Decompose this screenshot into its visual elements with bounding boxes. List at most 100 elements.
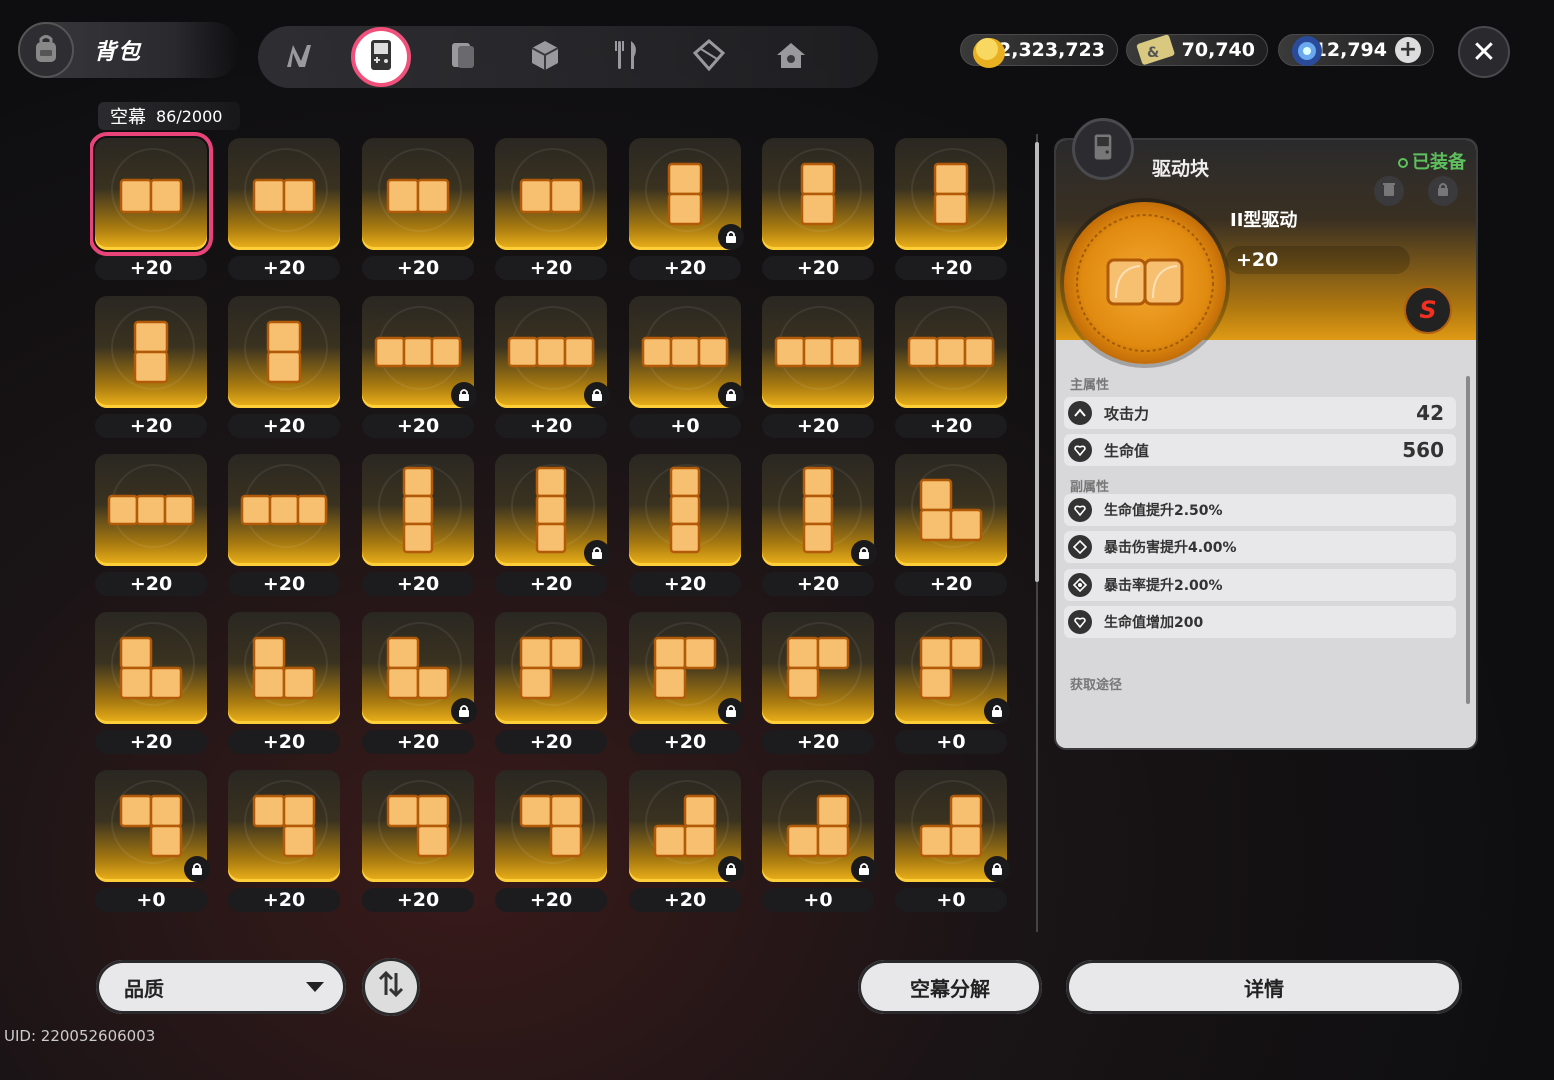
inventory-item[interactable]: +20: [890, 290, 1010, 440]
inventory-item[interactable]: +20: [757, 290, 877, 440]
item-card[interactable]: [228, 612, 340, 724]
tab-cube[interactable]: [504, 26, 586, 88]
drive-block-icon: [519, 178, 583, 214]
item-card[interactable]: [895, 296, 1007, 408]
inventory-item[interactable]: +20: [357, 290, 477, 440]
inventory-item[interactable]: +20: [223, 606, 343, 756]
drive-block-icon: [240, 494, 328, 526]
inventory-item[interactable]: +20: [223, 448, 343, 598]
item-level: +20: [95, 256, 207, 280]
inventory-item[interactable]: +20: [490, 764, 610, 914]
add-gem-button[interactable]: +: [1395, 37, 1421, 63]
close-button[interactable]: ✕: [1458, 26, 1510, 78]
inventory-item[interactable]: +20: [890, 448, 1010, 598]
item-card[interactable]: [228, 296, 340, 408]
item-level: +20: [495, 730, 607, 754]
inventory-item[interactable]: +20: [490, 290, 610, 440]
quality-filter-dropdown[interactable]: 品质: [96, 960, 346, 1014]
inventory-item[interactable]: +20: [90, 448, 210, 598]
blue-gem-icon: [1285, 29, 1329, 73]
item-level: +0: [762, 888, 874, 912]
dismantle-button[interactable]: 空幕分解: [858, 960, 1042, 1014]
item-card[interactable]: [228, 138, 340, 250]
item-card[interactable]: [95, 454, 207, 566]
inventory-item[interactable]: +20: [357, 448, 477, 598]
item-card[interactable]: [362, 770, 474, 882]
item-card[interactable]: [895, 454, 1007, 566]
inventory-item[interactable]: +20: [757, 448, 877, 598]
inventory-item[interactable]: +20: [90, 606, 210, 756]
inventory-item[interactable]: +20: [624, 448, 744, 598]
item-level: +20: [895, 256, 1007, 280]
gold-amount: 2,323,723: [998, 39, 1105, 61]
item-card[interactable]: [362, 138, 474, 250]
inventory-item[interactable]: +20: [223, 132, 343, 282]
item-card[interactable]: [362, 454, 474, 566]
inventory-item[interactable]: +20: [223, 764, 343, 914]
item-card[interactable]: [495, 612, 607, 724]
item-card[interactable]: [95, 296, 207, 408]
sort-button[interactable]: [362, 958, 420, 1016]
item-card[interactable]: [629, 454, 741, 566]
detail-scrollbar[interactable]: [1466, 376, 1470, 704]
tab-crystal[interactable]: [668, 26, 750, 88]
inventory-item[interactable]: +20: [223, 290, 343, 440]
item-level: +20: [495, 414, 607, 438]
inventory-item[interactable]: +20: [90, 290, 210, 440]
drive-block-icon: [669, 466, 701, 554]
discard-button[interactable]: [1374, 176, 1404, 206]
inventory-item[interactable]: +20: [624, 764, 744, 914]
stat-label: 生命值: [1104, 441, 1150, 460]
attack-icon: [1068, 401, 1092, 425]
currency-gold: 2,323,723: [960, 34, 1118, 68]
item-card[interactable]: [762, 612, 874, 724]
item-card[interactable]: [762, 296, 874, 408]
inventory-item[interactable]: +20: [757, 132, 877, 282]
house-icon: [773, 37, 809, 77]
item-card[interactable]: [90, 132, 213, 256]
tab-food[interactable]: [586, 26, 668, 88]
drive-block-icon: [519, 636, 583, 700]
grid-scrollbar[interactable]: [1035, 134, 1039, 932]
inventory-item[interactable]: +20: [357, 132, 477, 282]
tab-house[interactable]: [750, 26, 832, 88]
inventory-item[interactable]: +20: [357, 606, 477, 756]
inventory-item[interactable]: +20: [490, 132, 610, 282]
filter-label: 品质: [124, 976, 164, 1001]
inventory-item[interactable]: +20: [357, 764, 477, 914]
inventory-item[interactable]: +20: [490, 606, 610, 756]
item-level: +20: [362, 572, 474, 596]
inventory-item[interactable]: +0: [624, 290, 744, 440]
inventory-item[interactable]: +20: [890, 132, 1010, 282]
sub-stat-row: 暴击伤害提升4.00%: [1064, 531, 1456, 563]
item-level: +20: [228, 572, 340, 596]
backpack-icon: [18, 22, 74, 78]
item-card[interactable]: [228, 454, 340, 566]
inventory-item[interactable]: +0: [757, 764, 877, 914]
lock-icon: [851, 856, 877, 882]
inventory-item[interactable]: +20: [90, 132, 213, 282]
grid-scroll-thumb[interactable]: [1035, 142, 1039, 582]
inventory-item[interactable]: +0: [890, 764, 1010, 914]
inventory-item[interactable]: +20: [624, 606, 744, 756]
tab-n-logo[interactable]: [258, 26, 340, 88]
item-card[interactable]: [895, 138, 1007, 250]
lock-button[interactable]: [1428, 176, 1458, 206]
inventory-item[interactable]: +0: [90, 764, 210, 914]
item-level: +20: [362, 888, 474, 912]
item-card[interactable]: [95, 612, 207, 724]
tab-gameboy[interactable]: [340, 26, 422, 88]
item-card[interactable]: [228, 770, 340, 882]
item-card[interactable]: [495, 770, 607, 882]
drive-block-icon: [119, 636, 183, 700]
inventory-item[interactable]: +0: [890, 606, 1010, 756]
gameboy-icon: [1088, 132, 1118, 166]
item-card[interactable]: [495, 138, 607, 250]
inventory-item[interactable]: +20: [757, 606, 877, 756]
inventory-item[interactable]: +20: [624, 132, 744, 282]
details-button[interactable]: 详情: [1066, 960, 1462, 1014]
inventory-item[interactable]: +20: [490, 448, 610, 598]
drive-block-icon: [252, 794, 316, 858]
item-card[interactable]: [762, 138, 874, 250]
tab-card[interactable]: [422, 26, 504, 88]
